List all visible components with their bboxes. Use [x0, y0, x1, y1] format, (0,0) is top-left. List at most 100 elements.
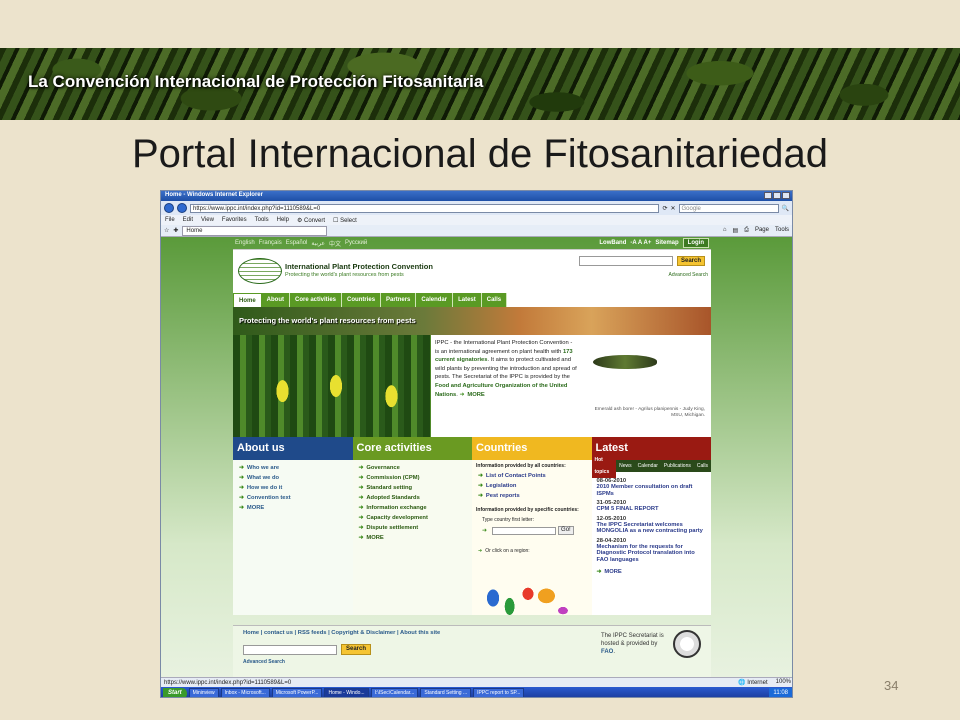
tab-calendar[interactable]: Calendar: [635, 460, 661, 472]
list-item[interactable]: ➜ Who we are: [239, 463, 347, 473]
zoom-level[interactable]: 100%: [776, 679, 791, 686]
lang-espanol[interactable]: Español: [286, 240, 308, 246]
minimize-icon[interactable]: [764, 192, 772, 199]
news-title[interactable]: Mechanism for the requests for Diagnosti…: [597, 544, 707, 564]
nav-home[interactable]: Home: [233, 293, 262, 307]
maximize-icon[interactable]: [773, 192, 781, 199]
browser-search-input[interactable]: Google: [678, 203, 779, 213]
task-powerpoint[interactable]: Microsoft PowerP...: [271, 688, 323, 697]
menu-edit[interactable]: Edit: [183, 217, 193, 223]
countries-heading[interactable]: Countries: [472, 437, 592, 460]
list-item[interactable]: ➜ Legislation: [478, 481, 586, 491]
list-item[interactable]: ➜ List of Contact Points: [478, 471, 586, 481]
intro-more-link[interactable]: MORE: [467, 392, 484, 398]
fao-link[interactable]: Food and Agriculture Organization of the…: [435, 383, 567, 398]
main-nav: Home About Core activities Countries Par…: [233, 293, 711, 307]
lang-chinese[interactable]: 中文: [329, 239, 341, 248]
lang-francais[interactable]: Français: [259, 240, 282, 246]
site-search-input[interactable]: [579, 256, 673, 266]
advanced-search-link[interactable]: Advanced Search: [669, 272, 708, 278]
add-favorites-icon[interactable]: ✚: [173, 227, 178, 234]
footer-advanced-search[interactable]: Advanced Search: [243, 659, 285, 665]
fao-footer-link[interactable]: FAO: [601, 649, 613, 655]
ippc-logo-icon[interactable]: [238, 258, 282, 284]
address-input[interactable]: https://www.ippc.int/index.php?id=111058…: [190, 203, 660, 213]
country-letter-input[interactable]: [492, 526, 557, 535]
latest-more-link[interactable]: ➜ MORE: [597, 569, 707, 576]
list-item[interactable]: ➜ Adopted Standards: [359, 493, 467, 503]
feeds-icon[interactable]: ▤: [732, 227, 738, 234]
nav-calendar[interactable]: Calendar: [416, 293, 454, 307]
lowband-link[interactable]: LowBand: [599, 240, 626, 246]
task-ippc-report[interactable]: IPPC report to SP...: [473, 688, 525, 697]
tab-calls[interactable]: Calls: [694, 460, 711, 472]
nav-about[interactable]: About: [261, 293, 290, 307]
list-item[interactable]: ➜ Commission (CPM): [359, 473, 467, 483]
tab-news[interactable]: News: [616, 460, 635, 472]
about-more-link[interactable]: ➜ MORE: [239, 503, 347, 513]
footer-search-button[interactable]: Search: [341, 644, 372, 655]
list-item[interactable]: ➜ How we do it: [239, 483, 347, 493]
convert-button[interactable]: ⚙ Convert: [297, 217, 325, 224]
news-title[interactable]: The IPPC Secretariat welcomes MONGOLIA a…: [597, 522, 707, 535]
nav-calls[interactable]: Calls: [481, 293, 508, 307]
close-icon[interactable]: [782, 192, 790, 199]
menu-bar: File Edit View Favorites Tools Help ⚙ Co…: [161, 215, 792, 225]
home-icon[interactable]: ⌂: [723, 227, 727, 234]
list-item[interactable]: ➜ Governance: [359, 463, 467, 473]
task-standard-setting[interactable]: Standard Setting ...: [420, 688, 472, 697]
favorites-star-icon[interactable]: ☆: [164, 227, 169, 234]
command-bar: ⌂ ▤ ⎙ Page Tools: [723, 227, 789, 234]
task-inbox[interactable]: Inbox - Microsoft...: [220, 688, 270, 697]
tab-home[interactable]: Home: [182, 225, 328, 236]
nav-countries[interactable]: Countries: [342, 293, 382, 307]
footer-search-input[interactable]: [243, 644, 337, 655]
task-calendar-folder[interactable]: I:\ISec\Calendar...: [370, 688, 419, 697]
list-item[interactable]: ➜ What we do: [239, 473, 347, 483]
nav-latest[interactable]: Latest: [453, 293, 482, 307]
refresh-icon[interactable]: ⟳: [662, 205, 667, 212]
lang-arabic[interactable]: عربية: [311, 240, 325, 247]
select-button[interactable]: ☐ Select: [333, 217, 357, 224]
task-mininview[interactable]: Mininview: [188, 688, 219, 697]
tab-hot-topics[interactable]: Hot topics: [591, 454, 617, 478]
list-item[interactable]: ➜ Dispute settlement: [359, 523, 467, 533]
menu-help[interactable]: Help: [277, 217, 289, 223]
task-home-browser[interactable]: Home - Windo...: [324, 688, 369, 697]
core-more-link[interactable]: ➜ MORE: [359, 533, 467, 543]
menu-favorites[interactable]: Favorites: [222, 217, 247, 223]
nav-partners[interactable]: Partners: [381, 293, 417, 307]
nav-core-activities[interactable]: Core activities: [290, 293, 343, 307]
window-title: Home - Windows Internet Explorer: [165, 192, 263, 198]
start-button[interactable]: Start: [163, 687, 187, 697]
search-icon[interactable]: 🔍: [782, 205, 789, 212]
list-item[interactable]: ➜ Pest reports: [478, 491, 586, 501]
list-item[interactable]: ➜ Information exchange: [359, 503, 467, 513]
news-title[interactable]: 2010 Member consultation on draft ISPMs: [597, 484, 707, 497]
lang-english[interactable]: English: [235, 240, 255, 246]
sitemap-link[interactable]: Sitemap: [655, 240, 678, 246]
page-menu[interactable]: Page: [755, 227, 769, 234]
forward-icon[interactable]: [177, 203, 187, 213]
news-title[interactable]: CPM 5 FINAL REPORT: [597, 506, 707, 513]
menu-file[interactable]: File: [165, 217, 175, 223]
about-heading[interactable]: About us: [233, 437, 353, 460]
list-item[interactable]: ➜ Standard setting: [359, 483, 467, 493]
site-search-button[interactable]: Search: [677, 256, 706, 266]
menu-tools[interactable]: Tools: [255, 217, 269, 223]
core-heading[interactable]: Core activities: [352, 437, 472, 460]
list-item[interactable]: ➜ Convention text: [239, 493, 347, 503]
list-item[interactable]: ➜ Capacity development: [359, 513, 467, 523]
fao-logo-icon[interactable]: [673, 630, 701, 658]
world-map[interactable]: [482, 577, 574, 619]
menu-view[interactable]: View: [201, 217, 214, 223]
text-size-controls[interactable]: -A A A+: [630, 240, 651, 246]
back-icon[interactable]: [164, 203, 174, 213]
tools-menu[interactable]: Tools: [775, 227, 789, 234]
tab-publications[interactable]: Publications: [661, 460, 694, 472]
lang-russian[interactable]: Русский: [345, 240, 367, 246]
login-button[interactable]: Login: [682, 238, 709, 248]
stop-icon[interactable]: ✕: [670, 205, 675, 212]
go-button[interactable]: Go!: [558, 526, 574, 535]
print-icon[interactable]: ⎙: [744, 227, 749, 234]
